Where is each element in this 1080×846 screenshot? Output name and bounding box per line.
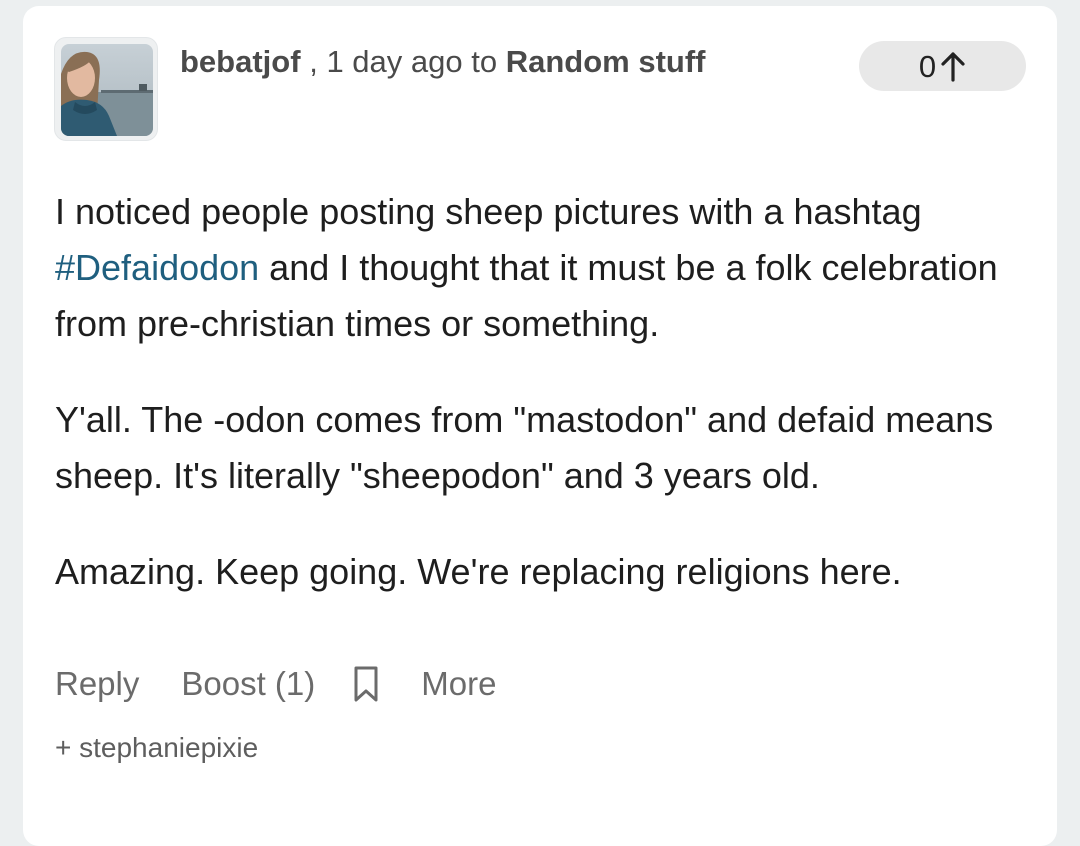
avatar-photo	[61, 44, 153, 136]
more-button[interactable]: More	[421, 665, 496, 703]
author-link[interactable]: bebatjof	[180, 44, 301, 79]
boost-button[interactable]: Boost (1)	[181, 665, 315, 703]
vote-count: 0	[918, 48, 937, 84]
post-card: bebatjof , 1 day ago to Random stuff 0 I…	[23, 6, 1057, 846]
upvote-button[interactable]: 0	[859, 41, 1026, 91]
community-link[interactable]: Random stuff	[506, 44, 706, 79]
paragraph-text: I noticed people posting sheep pictures …	[55, 191, 922, 232]
post-paragraph: I noticed people posting sheep pictures …	[55, 184, 1015, 352]
arrow-up-icon	[941, 52, 965, 82]
reply-button[interactable]: Reply	[55, 665, 139, 703]
post-paragraph: Y'all. The -odon comes from "mastodon" a…	[55, 399, 994, 496]
post-actions: Reply Boost (1) More	[55, 658, 496, 710]
post-time: 1 day ago	[326, 44, 463, 79]
bookmark-icon[interactable]	[351, 664, 381, 704]
byline-separator: ,	[309, 44, 318, 79]
hashtag-link[interactable]: #Defaidodon	[55, 247, 259, 288]
post-body: I noticed people posting sheep pictures …	[55, 184, 1015, 640]
post-byline: bebatjof , 1 day ago to Random stuff	[180, 42, 705, 82]
byline-to: to	[471, 44, 498, 79]
avatar[interactable]	[61, 44, 153, 136]
avatar-frame[interactable]	[54, 37, 158, 141]
post-paragraph: Amazing. Keep going. We're replacing rel…	[55, 551, 902, 592]
boosted-by[interactable]: + stephaniepixie	[55, 732, 258, 764]
